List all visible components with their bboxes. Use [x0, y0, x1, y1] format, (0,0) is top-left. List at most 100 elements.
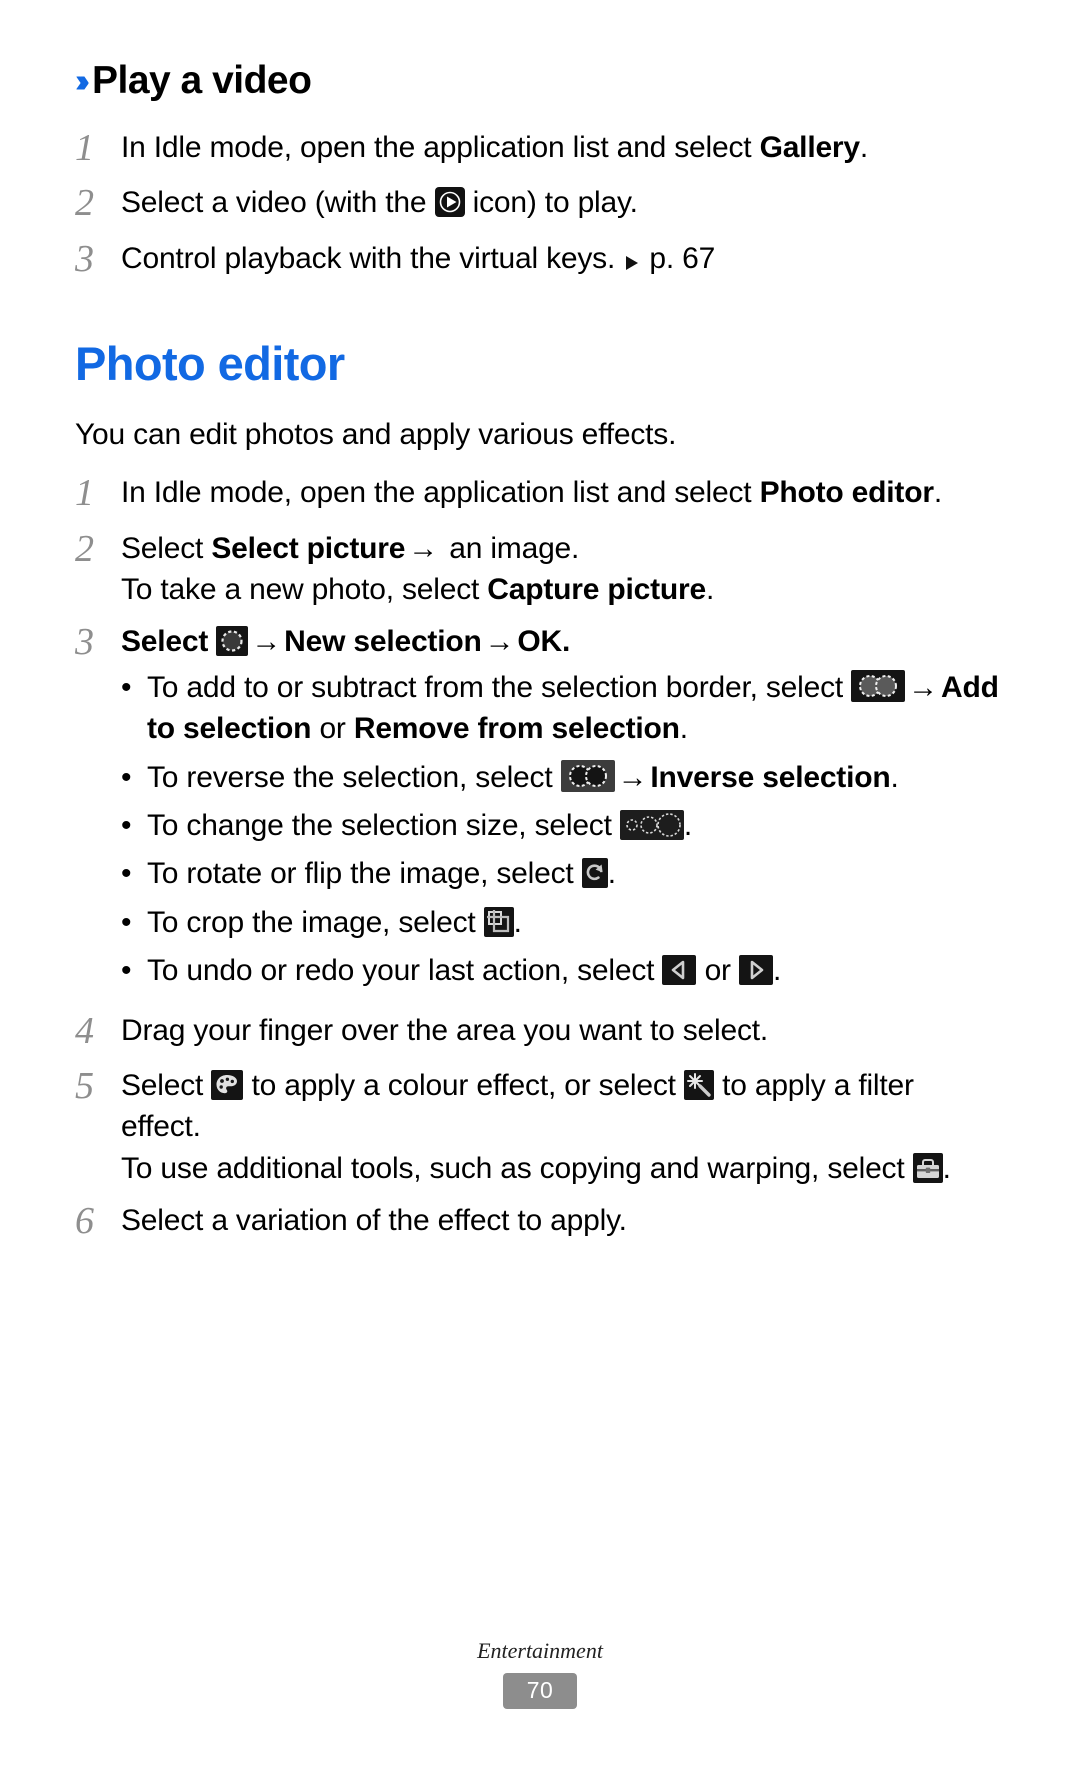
step-line-1: Select Select picture → an image.	[121, 528, 1000, 569]
bullet-text-after: .	[679, 712, 688, 746]
list-item: • To reverse the selection, select → Inve…	[121, 757, 1000, 798]
step-text: In Idle mode, open the application list …	[121, 125, 1000, 168]
bullet-text-before: To reverse the selection, select	[147, 760, 561, 794]
add-selection-icon	[851, 669, 906, 702]
step-item: 3 Select → New selection → OK. • To add to …	[75, 619, 1000, 998]
section-heading-text: Play a video	[91, 59, 312, 102]
bullet-dot: •	[121, 760, 132, 794]
step-number: 1	[75, 126, 94, 169]
step-text-after: an image.	[441, 531, 580, 565]
step-text: Select a video (with the icon) to play.	[121, 180, 1000, 223]
rotate-icon	[581, 858, 608, 889]
double-chevron-icon: ››	[75, 62, 90, 99]
step-text-after: icon) to play.	[464, 186, 638, 220]
triangle-right-icon	[623, 253, 641, 273]
arrow-right-glyph: →	[908, 670, 938, 704]
list-item: • To undo or redo your last action, sele…	[121, 950, 1000, 991]
step-text-before: Select	[121, 1068, 212, 1102]
step-bold-term: New selection	[284, 625, 482, 659]
step-text-before: To use additional tools, such as copying…	[121, 1151, 913, 1185]
bullet-text-after: .	[683, 808, 693, 842]
step-text: Select Select picture → an image. To take…	[121, 526, 1000, 611]
bullet-text-before: To undo or redo your last action, select	[147, 954, 663, 988]
bullet-text-before: To rotate or flip the image, select	[147, 857, 582, 891]
step-bold-term: Gallery	[759, 130, 861, 164]
bullet-dot: •	[121, 954, 132, 988]
step-item: 2 Select Select picture → an image. To ta…	[75, 526, 1000, 611]
list-item: • To change the selection size, select .	[121, 805, 1000, 846]
bullet-dot: •	[121, 857, 132, 891]
magic-filter-icon	[683, 1069, 714, 1100]
redo-icon	[738, 955, 773, 986]
step-text-after: .	[562, 625, 571, 659]
step-text-before: Select	[121, 625, 217, 659]
crop-icon	[483, 906, 514, 937]
step-number: 3	[75, 237, 94, 280]
bullet-text-mid: or	[311, 712, 354, 746]
step-item: 1 In Idle mode, open the application lis…	[75, 470, 1000, 516]
step-text-before: Select	[121, 531, 212, 565]
bullet-text-after: .	[513, 905, 522, 939]
bullet-text-after: .	[890, 760, 899, 794]
step-item: 2 Select a video (with the icon) to play…	[75, 180, 1000, 226]
play-icon	[434, 187, 465, 218]
arrow-right-glyph: →	[408, 531, 439, 565]
bullet-text: To rotate or flip the image, select .	[147, 853, 1000, 894]
step-item: 3 Control playback with the virtual keys…	[75, 236, 1000, 282]
undo-icon	[662, 955, 697, 986]
toolbox-icon	[912, 1152, 943, 1183]
step-item: 1 In Idle mode, open the application lis…	[75, 125, 1000, 171]
page-number-badge: 70	[503, 1673, 577, 1709]
step-text: Select to apply a colour effect, or sele…	[121, 1063, 1000, 1189]
manual-page: ›› Play a video 1 In Idle mode, open the…	[0, 0, 1080, 1771]
list-item: • To crop the image, select .	[121, 902, 1000, 943]
step-item: 6 Select a variation of the effect to ap…	[75, 1198, 1000, 1244]
bullet-text: To change the selection size, select .	[147, 805, 1000, 846]
bullet-dot: •	[121, 905, 132, 939]
page-title: Photo editor	[75, 336, 345, 390]
step-text-after: .	[859, 130, 869, 164]
selection-size-icon	[619, 809, 684, 840]
step-number: 3	[75, 621, 94, 664]
step-item: 5 Select to apply a colour effect, or se…	[75, 1063, 1000, 1189]
arrow-right-glyph: →	[617, 760, 648, 794]
step-number: 2	[75, 527, 94, 570]
step-text-after: .	[706, 573, 715, 606]
step-line-2: To use additional tools, such as copying…	[121, 1148, 1000, 1189]
step-number: 5	[75, 1064, 94, 1107]
step-text-before: Control playback with the virtual keys.	[121, 241, 624, 275]
bullet-dot: •	[121, 670, 132, 704]
step-text-before: Select a video (with the	[121, 186, 435, 220]
step-text: In Idle mode, open the application list …	[121, 470, 1000, 513]
step-number: 6	[75, 1200, 94, 1243]
bullet-text-before: To crop the image, select	[147, 905, 484, 939]
bullet-bold-term: Inverse selection	[650, 760, 891, 794]
step-number: 2	[75, 182, 94, 225]
step-text-before: In Idle mode, open the application list …	[121, 476, 760, 510]
bullet-text-after: .	[772, 954, 782, 988]
palette-icon	[211, 1069, 244, 1100]
page-footer: Entertainment 70	[0, 1638, 1080, 1709]
step-text: Select → New selection → OK. • To add to or…	[121, 619, 1000, 998]
step-text-before: To take a new photo, select	[121, 573, 488, 606]
bullet-text-mid: or	[696, 954, 739, 988]
list-item: • To rotate or flip the image, select .	[121, 853, 1000, 894]
step-bold-term: Select picture	[211, 531, 406, 565]
step-bold-term: Capture picture	[487, 573, 707, 606]
arrow-right-glyph: →	[251, 625, 282, 659]
bullet-text: To add to or subtract from the selection…	[147, 667, 1000, 750]
step-text-mid: to apply a colour effect, or select	[243, 1068, 684, 1102]
step-bold-term: Photo editor	[759, 476, 934, 510]
step-line-2: To take a new photo, select Capture pict…	[121, 569, 1000, 610]
arrow-right-glyph: →	[484, 625, 515, 659]
inverse-selection-icon	[560, 759, 615, 792]
step-text-before: In Idle mode, open the application list …	[121, 130, 760, 164]
step-text-after: .	[942, 1151, 951, 1185]
new-selection-icon	[216, 626, 249, 657]
step-number: 4	[75, 1009, 94, 1052]
step-text: Select a variation of the effect to appl…	[121, 1204, 627, 1238]
step-text: Drag your finger over the area you want …	[121, 1013, 769, 1047]
bullet-text: To reverse the selection, select → Invers…	[147, 757, 1000, 798]
step-item: 4 Drag your finger over the area you wan…	[75, 1008, 1000, 1054]
bullet-dot: •	[121, 808, 132, 842]
